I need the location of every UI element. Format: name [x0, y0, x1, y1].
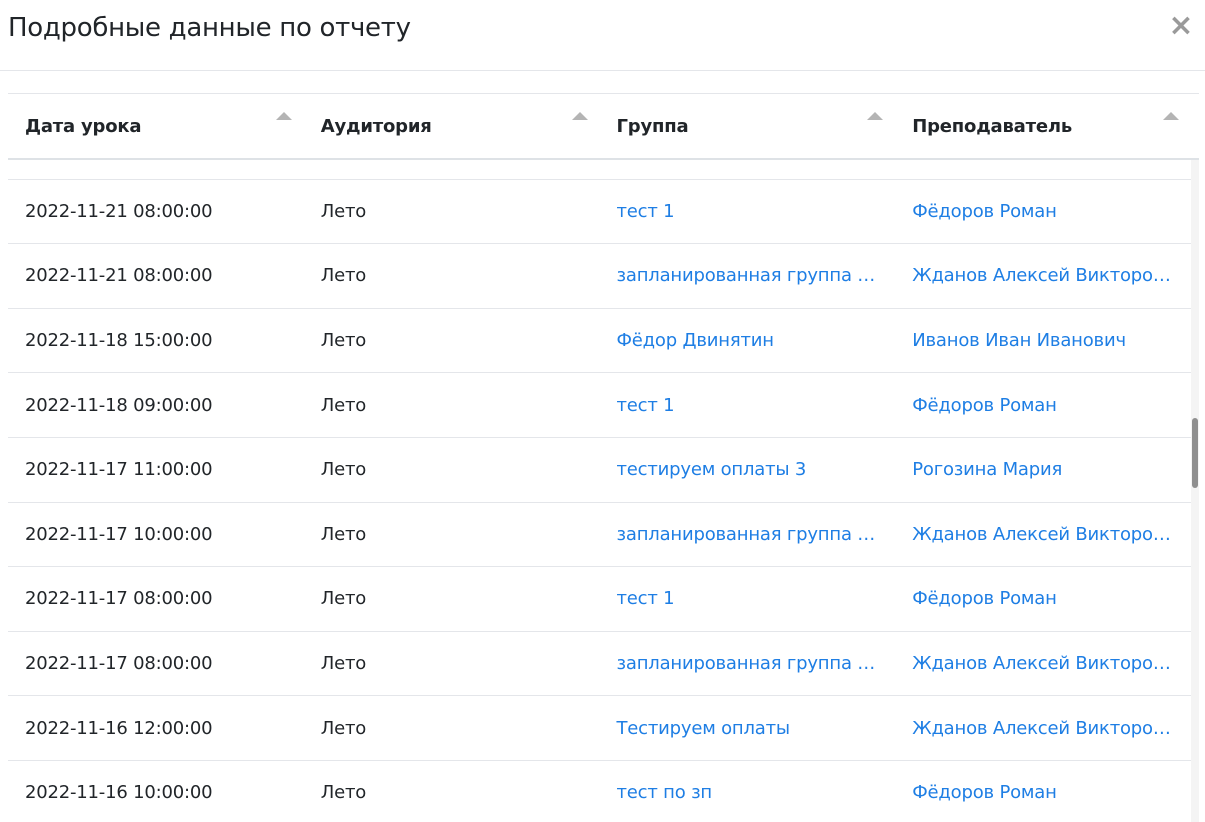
cell-teacher-link[interactable]: Иванов Иван Иванович — [895, 330, 1191, 351]
vertical-scrollbar[interactable] — [1191, 160, 1199, 822]
cell-room: Лето — [320, 459, 367, 481]
column-header-teacher[interactable]: Преподаватель — [895, 94, 1191, 158]
table-row: 2022-11-17 10:00:00 Лето запланированная… — [8, 503, 1191, 568]
cell-teacher-link[interactable]: Фёдоров Роман — [895, 201, 1191, 222]
column-header-label: Преподаватель — [912, 115, 1073, 137]
column-header-group[interactable]: Группа — [600, 94, 896, 158]
table-row: 2022-11-18 15:00:00 Лето Фёдор Двинятин … — [8, 309, 1191, 374]
cell-teacher-link[interactable]: Жданов Алексей Викторов... — [895, 524, 1191, 545]
cell-group-link[interactable]: тест по зп — [600, 782, 896, 803]
cell-teacher-link[interactable]: Рогозина Мария — [895, 459, 1191, 480]
cell-room: Лето — [320, 717, 367, 739]
table-row: 2022-11-17 08:00:00 Лето тест 1 Фёдоров … — [8, 567, 1191, 632]
modal-header: Подробные данные по отчету × — [0, 0, 1205, 71]
report-table: Дата урока Аудитория Группа Преподавател… — [8, 93, 1199, 822]
cell-room: Лето — [320, 653, 367, 675]
sort-ascending-icon[interactable] — [275, 112, 292, 120]
table-row: 2022-11-18 09:00:00 Лето тест 1 Фёдоров … — [8, 373, 1191, 438]
column-header-lesson-date[interactable]: Дата урока — [8, 94, 304, 158]
cell-room: Лето — [320, 200, 367, 222]
cell-group-link[interactable]: тест 1 — [600, 588, 896, 609]
table-row — [8, 160, 1191, 180]
table-rows: 2022-11-21 08:00:00 Лето тест 1 Фёдоров … — [8, 160, 1191, 822]
cell-lesson-date: 2022-11-17 08:00:00 — [25, 653, 213, 675]
cell-lesson-date: 2022-11-17 08:00:00 — [25, 588, 213, 610]
cell-group-link[interactable]: тест 1 — [600, 201, 896, 222]
cell-room: Лето — [320, 588, 367, 610]
sort-ascending-icon[interactable] — [1163, 112, 1179, 120]
cell-room: Лето — [320, 523, 367, 545]
cell-lesson-date: 2022-11-18 15:00:00 — [25, 330, 213, 352]
table-row: 2022-11-17 08:00:00 Лето запланированная… — [8, 632, 1191, 697]
cell-lesson-date: 2022-11-18 09:00:00 — [25, 394, 213, 416]
table-row: 2022-11-16 12:00:00 Лето Тестируем оплат… — [8, 696, 1191, 761]
column-header-room[interactable]: Аудитория — [304, 94, 600, 158]
cell-room: Лето — [320, 782, 367, 804]
column-header-label: Группа — [616, 115, 689, 137]
table-row: 2022-11-16 10:00:00 Лето тест по зп Фёдо… — [8, 761, 1191, 822]
sort-ascending-icon[interactable] — [571, 112, 588, 120]
cell-lesson-date: 2022-11-16 12:00:00 — [25, 717, 213, 739]
column-header-label: Дата урока — [25, 115, 142, 137]
cell-room: Лето — [320, 265, 367, 287]
cell-lesson-date: 2022-11-17 11:00:00 — [25, 459, 213, 481]
close-icon[interactable]: × — [1167, 11, 1195, 41]
cell-teacher-link[interactable]: Жданов Алексей Викторов... — [895, 653, 1191, 674]
cell-teacher-link[interactable]: Фёдоров Роман — [895, 588, 1191, 609]
table-body: 2022-11-21 08:00:00 Лето тест 1 Фёдоров … — [8, 160, 1191, 822]
column-header-label: Аудитория — [320, 115, 432, 137]
table-row: 2022-11-17 11:00:00 Лето тестируем оплат… — [8, 438, 1191, 503]
cell-lesson-date: 2022-11-21 08:00:00 — [25, 200, 213, 222]
cell-lesson-date: 2022-11-16 10:00:00 — [25, 782, 213, 804]
cell-group-link[interactable]: запланированная группа д... — [600, 653, 896, 674]
cell-group-link[interactable]: запланированная группа д... — [600, 265, 896, 286]
table-row: 2022-11-21 08:00:00 Лето запланированная… — [8, 244, 1191, 309]
cell-room: Лето — [320, 394, 367, 416]
cell-teacher-link[interactable]: Фёдоров Роман — [895, 782, 1191, 803]
cell-group-link[interactable]: Тестируем оплаты — [600, 718, 896, 739]
cell-group-link[interactable]: Фёдор Двинятин — [600, 330, 896, 351]
cell-group-link[interactable]: тестируем оплаты 3 — [600, 459, 896, 480]
table-row: 2022-11-21 08:00:00 Лето тест 1 Фёдоров … — [8, 180, 1191, 245]
cell-lesson-date: 2022-11-21 08:00:00 — [25, 265, 213, 287]
modal-title: Подробные данные по отчету — [8, 13, 411, 43]
cell-room: Лето — [320, 330, 367, 352]
table-header: Дата урока Аудитория Группа Преподавател… — [8, 94, 1199, 160]
cell-lesson-date: 2022-11-17 10:00:00 — [25, 523, 213, 545]
cell-teacher-link[interactable]: Фёдоров Роман — [895, 395, 1191, 416]
cell-group-link[interactable]: запланированная группа д... — [600, 524, 896, 545]
cell-group-link[interactable]: тест 1 — [600, 395, 896, 416]
cell-teacher-link[interactable]: Жданов Алексей Викторов... — [895, 718, 1191, 739]
scrollbar-thumb[interactable] — [1192, 418, 1198, 488]
sort-ascending-icon[interactable] — [867, 112, 884, 120]
report-details-modal: Подробные данные по отчету × Дата урока … — [0, 0, 1205, 822]
cell-teacher-link[interactable]: Жданов Алексей Викторов... — [895, 265, 1191, 286]
